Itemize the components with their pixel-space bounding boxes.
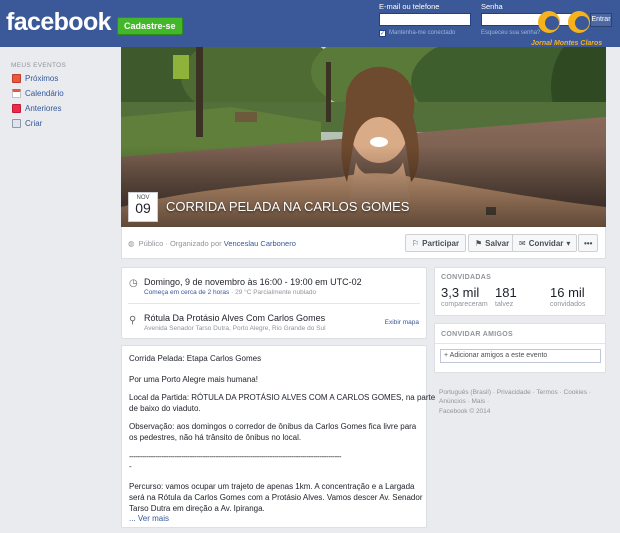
event-title: CORRIDA PELADA NA CARLOS GOMES — [166, 199, 410, 214]
event-date-box: NOV 09 — [128, 192, 158, 222]
event-meta: ◍ Público · Organizado por Venceslau Car… — [128, 239, 296, 248]
nav-item-label: Criar — [25, 119, 43, 128]
description-line: os pedestres, não há trânsito de ônibus … — [129, 433, 302, 442]
more-options-button[interactable]: ••• — [578, 234, 599, 252]
weather-text: 29 °C Parcialmente nublado — [235, 289, 317, 296]
description-line: ----------------------------------------… — [129, 452, 342, 461]
event-address: Avenida Senador Tarso Dutra, Porto Alegr… — [144, 325, 326, 332]
invited-label: convidados — [550, 301, 586, 308]
description-line: Corrida Pelada: Etapa Carlos Gomes — [129, 354, 262, 363]
description-line: Tarso Dutra em direção a Av. Ipiranga. — [129, 504, 265, 513]
nav-item-past[interactable]: Anteriores — [12, 104, 61, 113]
event-datetime: Domingo, 9 de novembro às 16:00 - 19:00 … — [144, 277, 362, 287]
going-label: compareceram — [441, 301, 488, 308]
privacy-label: Público — [138, 239, 164, 248]
participate-button[interactable]: ⚐ Participar — [405, 234, 467, 252]
description-line: Observação: aos domingos o corredor de ô… — [129, 422, 417, 431]
guests-heading: CONVIDADAS — [441, 274, 492, 281]
top-bar: facebook Cadastre-se E-mail ou telefone … — [0, 0, 620, 47]
description-line: será na Rótula da Carlos Gomes com a Pro… — [129, 493, 423, 502]
description-line: Percurso: vamos ocupar um trajeto de ape… — [129, 482, 415, 491]
event-time-sub: Começa em cerca de 2 horas · 29 °C Parci… — [144, 289, 317, 296]
email-field[interactable] — [379, 13, 471, 26]
organizer-link[interactable]: Venceslau Carbonero — [224, 239, 296, 248]
starts-in-text: Começa em cerca de 2 horas — [144, 289, 230, 296]
save-button[interactable]: ⚑ Salvar — [468, 234, 517, 252]
description-line: Local da Partida: RÓTULA DA PROTÁSIO ALV… — [129, 393, 436, 402]
nav-item-label: Anteriores — [25, 104, 62, 113]
footer-links[interactable]: Português (Brasil) · Privacidade · Termo… — [439, 389, 591, 396]
login-button[interactable]: Entrar — [590, 13, 612, 27]
guests-panel: CONVIDADAS 3,3 mil compareceram 181 talv… — [434, 267, 606, 316]
footer-links[interactable]: Anúncios · Mais · — [439, 398, 489, 405]
forgot-password-link[interactable]: Esqueceu sua senha? — [481, 30, 540, 36]
description-line: - — [129, 462, 132, 471]
calendar-upcoming-icon — [12, 74, 21, 83]
clock-icon: ◷ — [129, 278, 138, 289]
remember-checkbox[interactable]: ✓ — [379, 30, 386, 37]
invite-friends-input[interactable]: + Adicionar amigos a este evento — [440, 349, 601, 363]
going-count[interactable]: 3,3 mil — [441, 285, 479, 300]
facebook-logo[interactable]: facebook — [6, 8, 112, 37]
walk-icon: ⚐ — [412, 238, 420, 248]
event-description-panel: Corrida Pelada: Etapa Carlos Gomes Por u… — [121, 345, 435, 528]
maybe-count[interactable]: 181 — [495, 285, 517, 300]
invite-label: Convidar — [528, 238, 564, 248]
password-label: Senha — [481, 2, 503, 11]
participate-label: Participar — [422, 238, 460, 248]
bookmark-icon: ⚑ — [475, 238, 483, 248]
password-field[interactable] — [481, 13, 575, 26]
divider — [435, 343, 605, 344]
nav-item-create[interactable]: Criar — [12, 119, 42, 128]
chevron-down-icon: ▾ — [566, 238, 571, 248]
event-details-panel: ◷ Domingo, 9 de novembro às 16:00 - 19:0… — [121, 267, 427, 339]
calendar-icon — [12, 89, 21, 98]
invited-count[interactable]: 16 mil — [550, 285, 585, 300]
see-more-link[interactable]: ... Ver mais — [129, 514, 169, 523]
signup-button[interactable]: Cadastre-se — [117, 17, 183, 35]
create-event-icon — [12, 119, 21, 128]
nav-item-upcoming[interactable]: Próximos — [12, 74, 58, 83]
footer-copyright: Facebook © 2014 — [439, 408, 491, 415]
email-label: E-mail ou telefone — [379, 2, 440, 11]
watermark-text: Jornal Montes Claros — [531, 40, 603, 47]
description-line: Por uma Porto Alegre mais humana! — [129, 375, 258, 384]
remember-label: Mantenha-me conectado — [389, 30, 456, 36]
invite-friends-panel: CONVIDAR AMIGOS + Adicionar amigos a est… — [434, 323, 606, 373]
globe-icon: ◍ — [128, 239, 135, 248]
nav-item-calendar[interactable]: Calendário — [12, 89, 64, 98]
nav-item-label: Próximos — [25, 74, 59, 83]
invite-button[interactable]: ✉ Convidar ▾ — [512, 234, 578, 252]
maybe-label: talvez — [495, 301, 514, 308]
organized-by-label: Organizado por — [169, 239, 222, 248]
save-label: Salvar — [485, 238, 510, 248]
event-location[interactable]: Rótula Da Protásio Alves Com Carlos Gome… — [144, 313, 325, 323]
description-line: de baixo do viaduto. — [129, 404, 201, 413]
nav-heading: MEUS EVENTOS — [11, 62, 67, 69]
envelope-icon: ✉ — [519, 238, 526, 248]
past-events-icon — [12, 104, 21, 113]
event-action-bar: ◍ Público · Organizado por Venceslau Car… — [121, 227, 606, 259]
location-pin-icon: ⚲ — [129, 315, 137, 326]
show-map-link[interactable]: Exibir mapa — [385, 319, 419, 326]
divider — [128, 303, 420, 304]
nav-item-label: Calendário — [25, 89, 64, 98]
invite-heading: CONVIDAR AMIGOS — [441, 331, 513, 338]
event-day: 09 — [135, 200, 151, 216]
